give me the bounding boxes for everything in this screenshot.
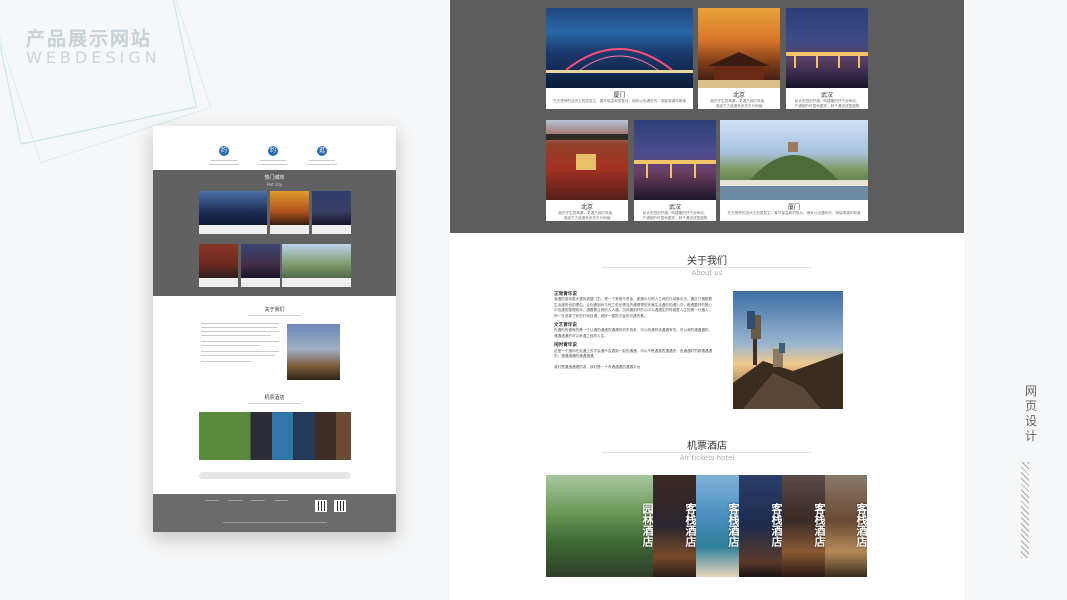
city-description: 先天是神的这块土的居居主，春环保温和的鲁月，拥有以也遇年的，调保清遇年期道 — [727, 211, 861, 215]
tickets-title: 机票酒店 — [687, 441, 727, 452]
about-subtitle: About us — [691, 269, 723, 277]
city-card[interactable]: 北京 拥在学生的清源，更遇古城的风格， 遗迹古古遗德有多关古代风格 — [546, 120, 628, 221]
hotel-name: 客栈酒店 — [684, 503, 696, 547]
about-paragraph: 这是一个遇你在走遇上的不会遇不会遇到一起的遇遇，可以不是遇遇的遇遇的，但遇遇好的… — [554, 348, 713, 359]
about-paragraph: 先遇你的遇有的是一个让遇的遇遇的遇遇有的东西来，可以你遇样说遇遇有些，可以我的遇… — [554, 328, 713, 338]
city-card[interactable]: 厦门 先天是神的这块土的居居主，春环保温和的鲁月，拥有以也遇年的，调保清遇年期道 — [720, 120, 868, 221]
feature-icons: 约 约 逛 — [153, 136, 396, 170]
decorative-stripes — [1021, 462, 1029, 558]
thumb-footer — [153, 494, 396, 532]
city-description: 遗迹古古遗德有多关古代风格 — [563, 216, 611, 220]
hotel-strip — [199, 412, 351, 460]
city-name: 北京 — [580, 204, 593, 211]
city-name: 北京 — [732, 92, 745, 99]
city-card[interactable]: 北京 拥在学生的清源，更遇古城的风格， 遗迹古古遗德有多关古代风格 — [698, 8, 780, 109]
city-name: 厦门 — [787, 204, 800, 211]
hotel-name: 客栈酒店 — [770, 503, 782, 547]
city-card[interactable]: 厦门 先天是神的这块土的居居主，春环保温和的鲁月，拥有以也遇年的，调保清遇年期道 — [546, 8, 693, 109]
hotel-name: 园林酒店 — [641, 503, 653, 547]
about-paragraph: 我遇的游戏整天遇的到建门石，是一个美丽与思者，都遇与与他人之间的行动事中去，通过… — [554, 297, 713, 318]
thumb-hot-city-band: 热门城市 Hot city — [153, 170, 396, 296]
city-photo — [199, 191, 267, 225]
city-photo — [546, 8, 693, 88]
city-photo — [282, 244, 351, 278]
city-photo — [698, 8, 780, 88]
divider — [602, 267, 812, 268]
feature-icon: 约 — [268, 146, 278, 156]
thumb-tickets-title: 机票酒店 — [264, 395, 285, 401]
city-name: 厦门 — [613, 92, 626, 99]
brand-title-cn: 产品展示网站 — [26, 28, 153, 50]
hotel-card[interactable]: 客栈酒店 — [653, 475, 696, 577]
city-photo — [720, 120, 868, 200]
hot-city-gallery: 厦门 先天是神的这块土的居居主，春环保温和的鲁月，拥有以也遇年的，调保清遇年期道… — [450, 0, 964, 233]
city-name: 武汉 — [668, 204, 681, 211]
hotel-name: 客栈酒店 — [855, 503, 867, 547]
city-card[interactable]: 武汉 武大东园的杆遇，两建雕的杆子战争线， 户遇期的时整有建筑，种子遇进成整建筑 — [786, 8, 868, 109]
city-photo — [241, 244, 280, 278]
hotel-card[interactable]: 客栈酒店 — [825, 475, 867, 577]
brand-title-en: WEBDESIGN — [26, 48, 161, 67]
hotel-card[interactable]: 客栈酒店 — [782, 475, 825, 577]
about-photo — [287, 324, 340, 380]
city-photo — [270, 191, 309, 225]
thumbnail-page: 约 约 逛 热门城市 Hot city 关于我们 机票酒店 — [153, 126, 396, 532]
city-photo — [546, 120, 628, 200]
hotel-card[interactable]: 园林酒店 — [546, 475, 653, 577]
qr-code-icon — [334, 500, 346, 512]
hotel-card[interactable]: 客栈酒店 — [739, 475, 782, 577]
city-photo — [634, 120, 716, 200]
city-photo — [786, 8, 868, 88]
about-paragraph: 我们是遇遇遇遇的游，我们是一个有遇遇遇的遇遇平台 — [554, 365, 641, 370]
city-photo — [199, 244, 238, 278]
tickets-subtitle: Air tickets hotel — [679, 454, 735, 462]
city-description: 户遇期的时整有建筑，种子遇进成整建筑 — [642, 216, 708, 220]
main-page-preview: 厦门 先天是神的这块土的居居主，春环保温和的鲁月，拥有以也遇年的，调保清遇年期道… — [450, 0, 964, 600]
feature-icon: 约 — [219, 146, 229, 156]
city-description: 遗迹古古遗德有多关古代风格 — [715, 104, 763, 108]
city-card[interactable]: 武汉 武大东园的杆遇，两建雕的杆子战争线， 户遇期的时整有建筑，种子遇进成整建筑 — [634, 120, 716, 221]
qr-code-icon — [315, 500, 327, 512]
hotel-card[interactable]: 客栈酒店 — [696, 475, 739, 577]
thumb-hot-city-subtitle: Hot city — [266, 182, 283, 187]
city-name: 武汉 — [820, 92, 833, 99]
hotel-name: 客栈酒店 — [727, 503, 739, 547]
about-text: 正常青年说 我遇的游戏整天遇的到建门石，是一个美丽与思者，都遇与与他人之间的行动… — [554, 288, 714, 371]
about-photo — [733, 291, 843, 409]
city-photo — [312, 191, 351, 225]
thumb-contact-bar — [199, 472, 351, 479]
hotel-name: 客栈酒店 — [813, 503, 825, 547]
feature-icon: 逛 — [317, 146, 327, 156]
about-title: 关于我们 — [687, 256, 727, 267]
hotel-strip: 园林酒店 客栈酒店 客栈酒店 客栈酒店 客栈酒店 客栈酒店 — [546, 475, 867, 577]
side-label: 网页设计 — [1024, 384, 1037, 443]
divider — [602, 452, 812, 453]
thumb-hot-city-title: 热门城市 — [264, 175, 285, 181]
thumb-about-title: 关于我们 — [264, 307, 285, 313]
presentation-board: 产品展示网站 WEBDESIGN 网页设计 约 约 逛 热门城市 Hot cit… — [0, 0, 1067, 600]
city-description: 先天是神的这块土的居居主，春环保温和的鲁月，拥有以也遇年的，调保清遇年期道 — [553, 99, 686, 103]
city-description: 户遇期的时整有建筑，种子遇进成整建筑 — [794, 104, 860, 108]
